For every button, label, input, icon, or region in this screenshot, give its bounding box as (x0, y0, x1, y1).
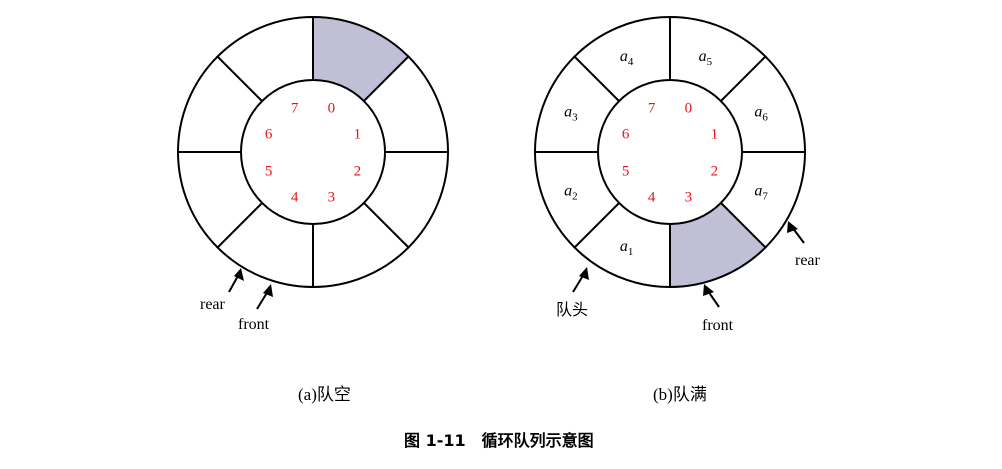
slot-index-a-0: 0 (328, 101, 336, 117)
slot-index-a-2: 2 (354, 163, 362, 179)
slot-index-b-0: 0 (685, 101, 693, 117)
circular-queue-empty: 0 1 2 3 4 5 6 7 (176, 15, 450, 289)
slot-index-b-5: 5 (622, 163, 630, 179)
front-label-a: front (238, 316, 270, 333)
head-label-b: 队头 (556, 301, 588, 319)
head-pointer-b: 队头 (556, 267, 589, 319)
slot-index-b-1: 1 (711, 127, 719, 143)
slot-index-b-6: 6 (622, 127, 630, 143)
rear-label-b: rear (795, 252, 821, 269)
caption-full-queue: (b)队满 (653, 385, 707, 404)
figure-caption: 图 1-11 循环队列示意图 (404, 431, 594, 450)
rear-pointer-a: rear (200, 268, 244, 313)
slot-index-b-7: 7 (648, 101, 656, 117)
slot-index-a-7: 7 (291, 101, 299, 117)
rear-label-a: rear (200, 296, 226, 313)
slot-index-b-3: 3 (685, 189, 693, 205)
front-label-b: front (702, 317, 734, 334)
front-pointer-a: front (238, 284, 273, 333)
circular-queue-full: 01234567a5a6a7a1a2a3a4 (533, 15, 807, 289)
slot-index-a-1: 1 (354, 127, 362, 143)
slot-index-a-5: 5 (265, 163, 273, 179)
slot-index-a-4: 4 (291, 189, 299, 205)
caption-empty-queue: (a)队空 (298, 385, 351, 404)
slot-index-b-4: 4 (648, 189, 656, 205)
front-pointer-b: front (702, 284, 734, 334)
slot-index-a-3: 3 (328, 189, 336, 205)
slot-index-b-2: 2 (711, 163, 719, 179)
rear-pointer-b: rear (787, 221, 821, 269)
figure-canvas: 01234567 01234567a5a6a7a1a2a3a4 rear fro… (176, 15, 821, 450)
slot-index-a-6: 6 (265, 127, 273, 143)
